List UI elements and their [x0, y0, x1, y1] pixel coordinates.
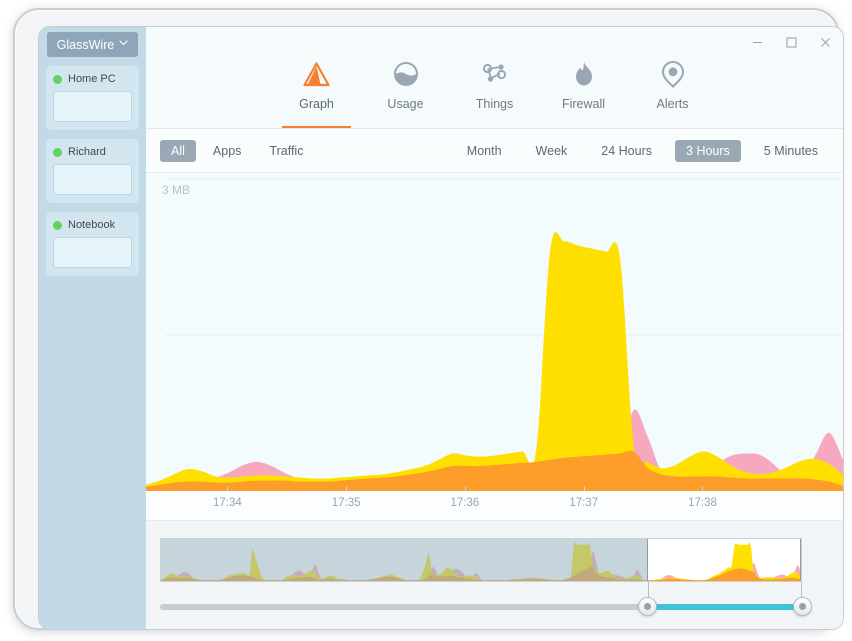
y-axis-max-label: 3 MB — [162, 183, 190, 197]
device-sparkline — [53, 91, 132, 122]
x-tick-mark — [584, 486, 585, 491]
tab-label: Alerts — [657, 97, 689, 111]
timeline-minimap[interactable] — [160, 538, 802, 582]
sidebar-device-card[interactable]: Home PC — [46, 66, 139, 130]
brand-dropdown-button[interactable]: GlassWire — [47, 32, 138, 57]
device-header: Richard — [53, 146, 132, 158]
active-tab-indicator — [282, 126, 351, 128]
alert-target-icon — [660, 59, 686, 89]
maximize-icon[interactable] — [783, 34, 799, 50]
x-tick-mark — [465, 486, 466, 491]
timeline-scrubber — [146, 521, 843, 629]
x-tick-label: 17:35 — [332, 497, 361, 509]
flame-icon — [573, 59, 595, 89]
range-3-hours[interactable]: 3 Hours — [675, 140, 741, 162]
tab-label: Things — [476, 97, 514, 111]
x-axis: 17:34 17:35 17:36 17:37 17:38 — [146, 491, 843, 521]
range-slider-handle-right[interactable] — [793, 597, 812, 616]
chart-gridlines — [165, 179, 843, 335]
range-slider[interactable] — [160, 603, 802, 611]
range-5-minutes[interactable]: 5 Minutes — [753, 140, 829, 162]
chart-svg — [146, 173, 843, 491]
device-header: Home PC — [53, 73, 132, 85]
window-controls — [749, 27, 833, 57]
minimap-series-group — [161, 542, 801, 581]
device-name-label: Notebook — [68, 219, 115, 231]
x-tick-label: 17:36 — [451, 497, 480, 509]
status-online-icon — [53, 75, 62, 84]
main-tabs: Graph Usage — [146, 57, 843, 129]
filter-group-timerange: Month Week 24 Hours 3 Hours 5 Minutes — [444, 140, 829, 162]
tab-label: Usage — [387, 97, 423, 111]
main-panel: Graph Usage — [146, 27, 843, 629]
range-slider-selection[interactable] — [648, 604, 802, 610]
range-slider-handle-left[interactable] — [638, 597, 657, 616]
x-tick-mark — [346, 486, 347, 491]
app-window: GlassWire Home PC Richard — [38, 26, 844, 630]
filter-traffic[interactable]: Traffic — [258, 140, 314, 162]
sidebar-device-card[interactable]: Richard — [46, 139, 139, 203]
device-sparkline — [53, 237, 132, 268]
tab-graph[interactable]: Graph — [282, 57, 351, 128]
device-header: Notebook — [53, 219, 132, 231]
tab-alerts[interactable]: Alerts — [638, 57, 707, 128]
series-area-yellow — [146, 232, 843, 491]
title-bar — [146, 27, 843, 57]
filter-all[interactable]: All — [160, 140, 196, 162]
x-tick-label: 17:37 — [569, 497, 598, 509]
x-tick-mark — [702, 486, 703, 491]
minimap-selection-left-edge — [647, 539, 648, 581]
minimap-series-yellow — [161, 542, 801, 581]
x-tick-label: 17:34 — [213, 497, 242, 509]
brand-label: GlassWire — [57, 38, 115, 52]
mountain-icon — [303, 59, 330, 89]
range-week[interactable]: Week — [525, 140, 579, 162]
sidebar: GlassWire Home PC Richard — [39, 27, 146, 629]
status-online-icon — [53, 221, 62, 230]
close-icon[interactable] — [817, 34, 833, 50]
app-window-frame: GlassWire Home PC Richard — [13, 8, 839, 630]
chart-series-group — [146, 232, 843, 491]
device-name-label: Home PC — [68, 73, 116, 85]
status-online-icon — [53, 148, 62, 157]
traffic-graph[interactable]: 3 MB — [146, 173, 843, 491]
device-name-label: Richard — [68, 146, 106, 158]
tab-firewall[interactable]: Firewall — [549, 57, 618, 128]
usage-circle-icon — [393, 59, 419, 89]
filter-group-type: All Apps Traffic — [160, 140, 320, 162]
range-24-hours[interactable]: 24 Hours — [590, 140, 663, 162]
minimize-icon[interactable] — [749, 34, 765, 50]
filter-bar: All Apps Traffic Month Week 24 Hours 3 H… — [146, 129, 843, 173]
chevron-down-icon — [119, 39, 128, 49]
tab-label: Graph — [299, 97, 334, 111]
filter-apps[interactable]: Apps — [202, 140, 253, 162]
device-sparkline — [53, 164, 132, 195]
sidebar-device-card[interactable]: Notebook — [46, 212, 139, 276]
tab-label: Firewall — [562, 97, 605, 111]
minimap-svg — [161, 539, 801, 581]
minimap-selection-right-edge — [800, 539, 801, 581]
range-month[interactable]: Month — [456, 140, 513, 162]
tab-usage[interactable]: Usage — [371, 57, 440, 128]
tab-things[interactable]: Things — [460, 57, 529, 128]
x-tick-label: 17:38 — [688, 497, 717, 509]
x-tick-mark — [227, 486, 228, 491]
things-nodes-icon — [481, 59, 509, 89]
